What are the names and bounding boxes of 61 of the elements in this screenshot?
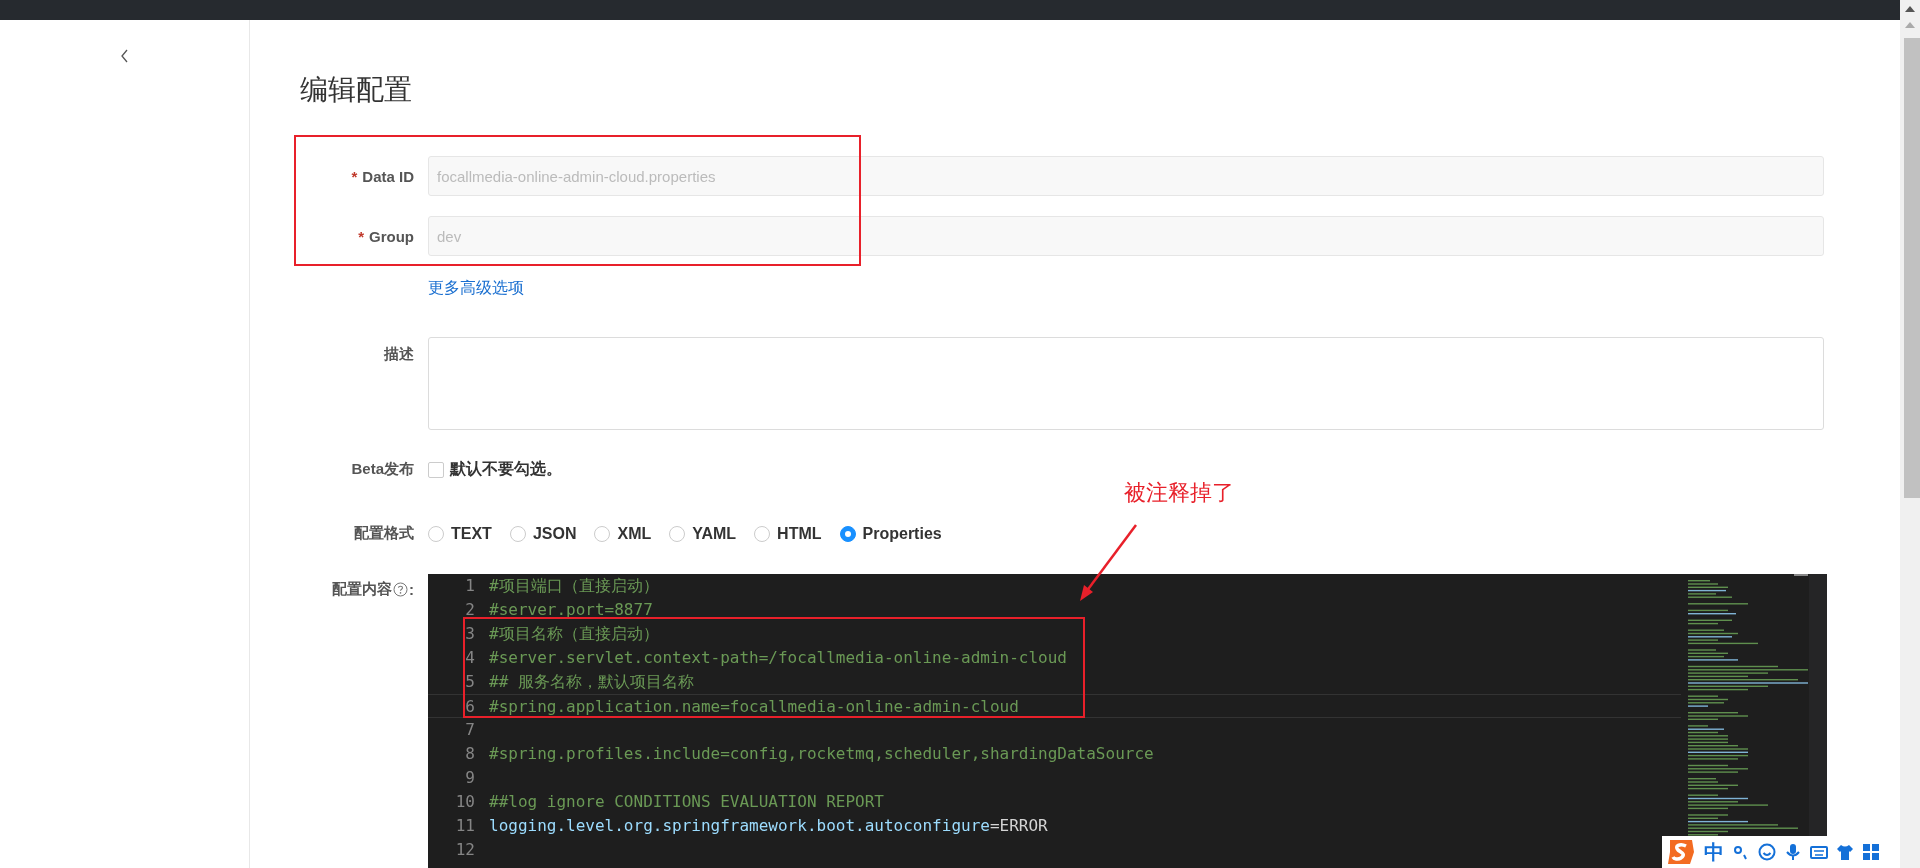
field-label: 配置格式 [353,524,414,543]
ime-mode[interactable]: 中 [1704,838,1724,866]
code-comment: ## 服务名称，默认项目名称 [489,671,694,693]
format-radio[interactable]: XML [594,524,652,543]
format-radio[interactable]: TEXT [428,524,492,543]
line-number: 2 [464,599,476,621]
advanced-options-link[interactable]: 更多高级选项 [428,278,524,299]
code-comment: #spring.application.name=focallmedia-online-admin-cloud [489,696,1019,717]
radio-circle[interactable] [669,525,686,542]
checkbox[interactable] [428,461,444,478]
line-number: 4 [464,647,476,669]
radio-circle[interactable] [594,525,611,542]
line-number: 12 [454,839,476,861]
line-number: 3 [464,623,476,645]
microphone-icon[interactable] [1784,843,1802,861]
emoji-icon[interactable] [1758,843,1776,861]
page-title: 编辑配置 [300,73,413,107]
code-comment: #spring.profiles.include=config,rocketmq,scheduler,shardingDataSource [489,743,1154,765]
radio-circle[interactable] [428,525,444,542]
line-number: 5 [464,671,476,693]
format-radio[interactable]: YAML [669,524,737,543]
scrollbar[interactable] [1900,0,1920,868]
code-line: logging.level.org.springframework.boot.autoconfigure=ERROR [489,815,1048,837]
radio-circle[interactable] [509,525,526,542]
line-number: 8 [464,743,476,765]
sogou-logo-icon[interactable] [1666,838,1696,866]
line-number: 10 [454,791,476,813]
field-label: 描述 [383,344,414,364]
keyboard-icon[interactable] [1810,843,1828,861]
annotation-text: 被注释掉了 [1124,479,1234,507]
radio-label: JSON [532,524,577,543]
radio-label: XML [617,524,652,543]
line-number: 11 [454,815,476,837]
line-number: 9 [464,767,476,789]
label-colon: : [409,581,414,598]
code-comment: #server.servlet.context-path=/focallmedia-online-admin-cloud [489,647,1067,669]
radio-circle[interactable] [754,525,771,542]
radio-circle[interactable] [839,525,856,542]
field-label: 配置内容 [332,580,392,599]
radio-label: Properties [862,524,942,543]
radio-label: YAML [692,524,737,543]
format-radio[interactable]: JSON [509,524,577,543]
code-comment: #server.port=8877 [489,599,653,621]
field-label: * Data ID [350,167,414,185]
help-icon[interactable] [393,582,408,597]
field-label: * Group [357,227,414,245]
checkbox-label: 默认不要勾选。 [450,459,562,479]
code-comment: #项目端口（直接启动） [489,575,659,597]
line-number: 7 [464,719,476,741]
shirt-icon[interactable] [1836,843,1854,861]
grid-icon[interactable] [1862,843,1880,861]
format-radio[interactable]: Properties [839,524,942,543]
radio-label: HTML [777,524,822,543]
description-field[interactable] [428,337,1824,430]
field-label: Beta发布 [350,460,414,479]
line-number: 1 [464,575,476,597]
radio-label: TEXT [451,524,492,543]
format-radio[interactable]: HTML [754,524,822,543]
line-number: 6 [464,696,476,717]
code-comment: ##log ignore CONDITIONS EVALUATION REPORT [489,791,884,813]
code-comment: #项目名称（直接启动） [489,623,659,645]
